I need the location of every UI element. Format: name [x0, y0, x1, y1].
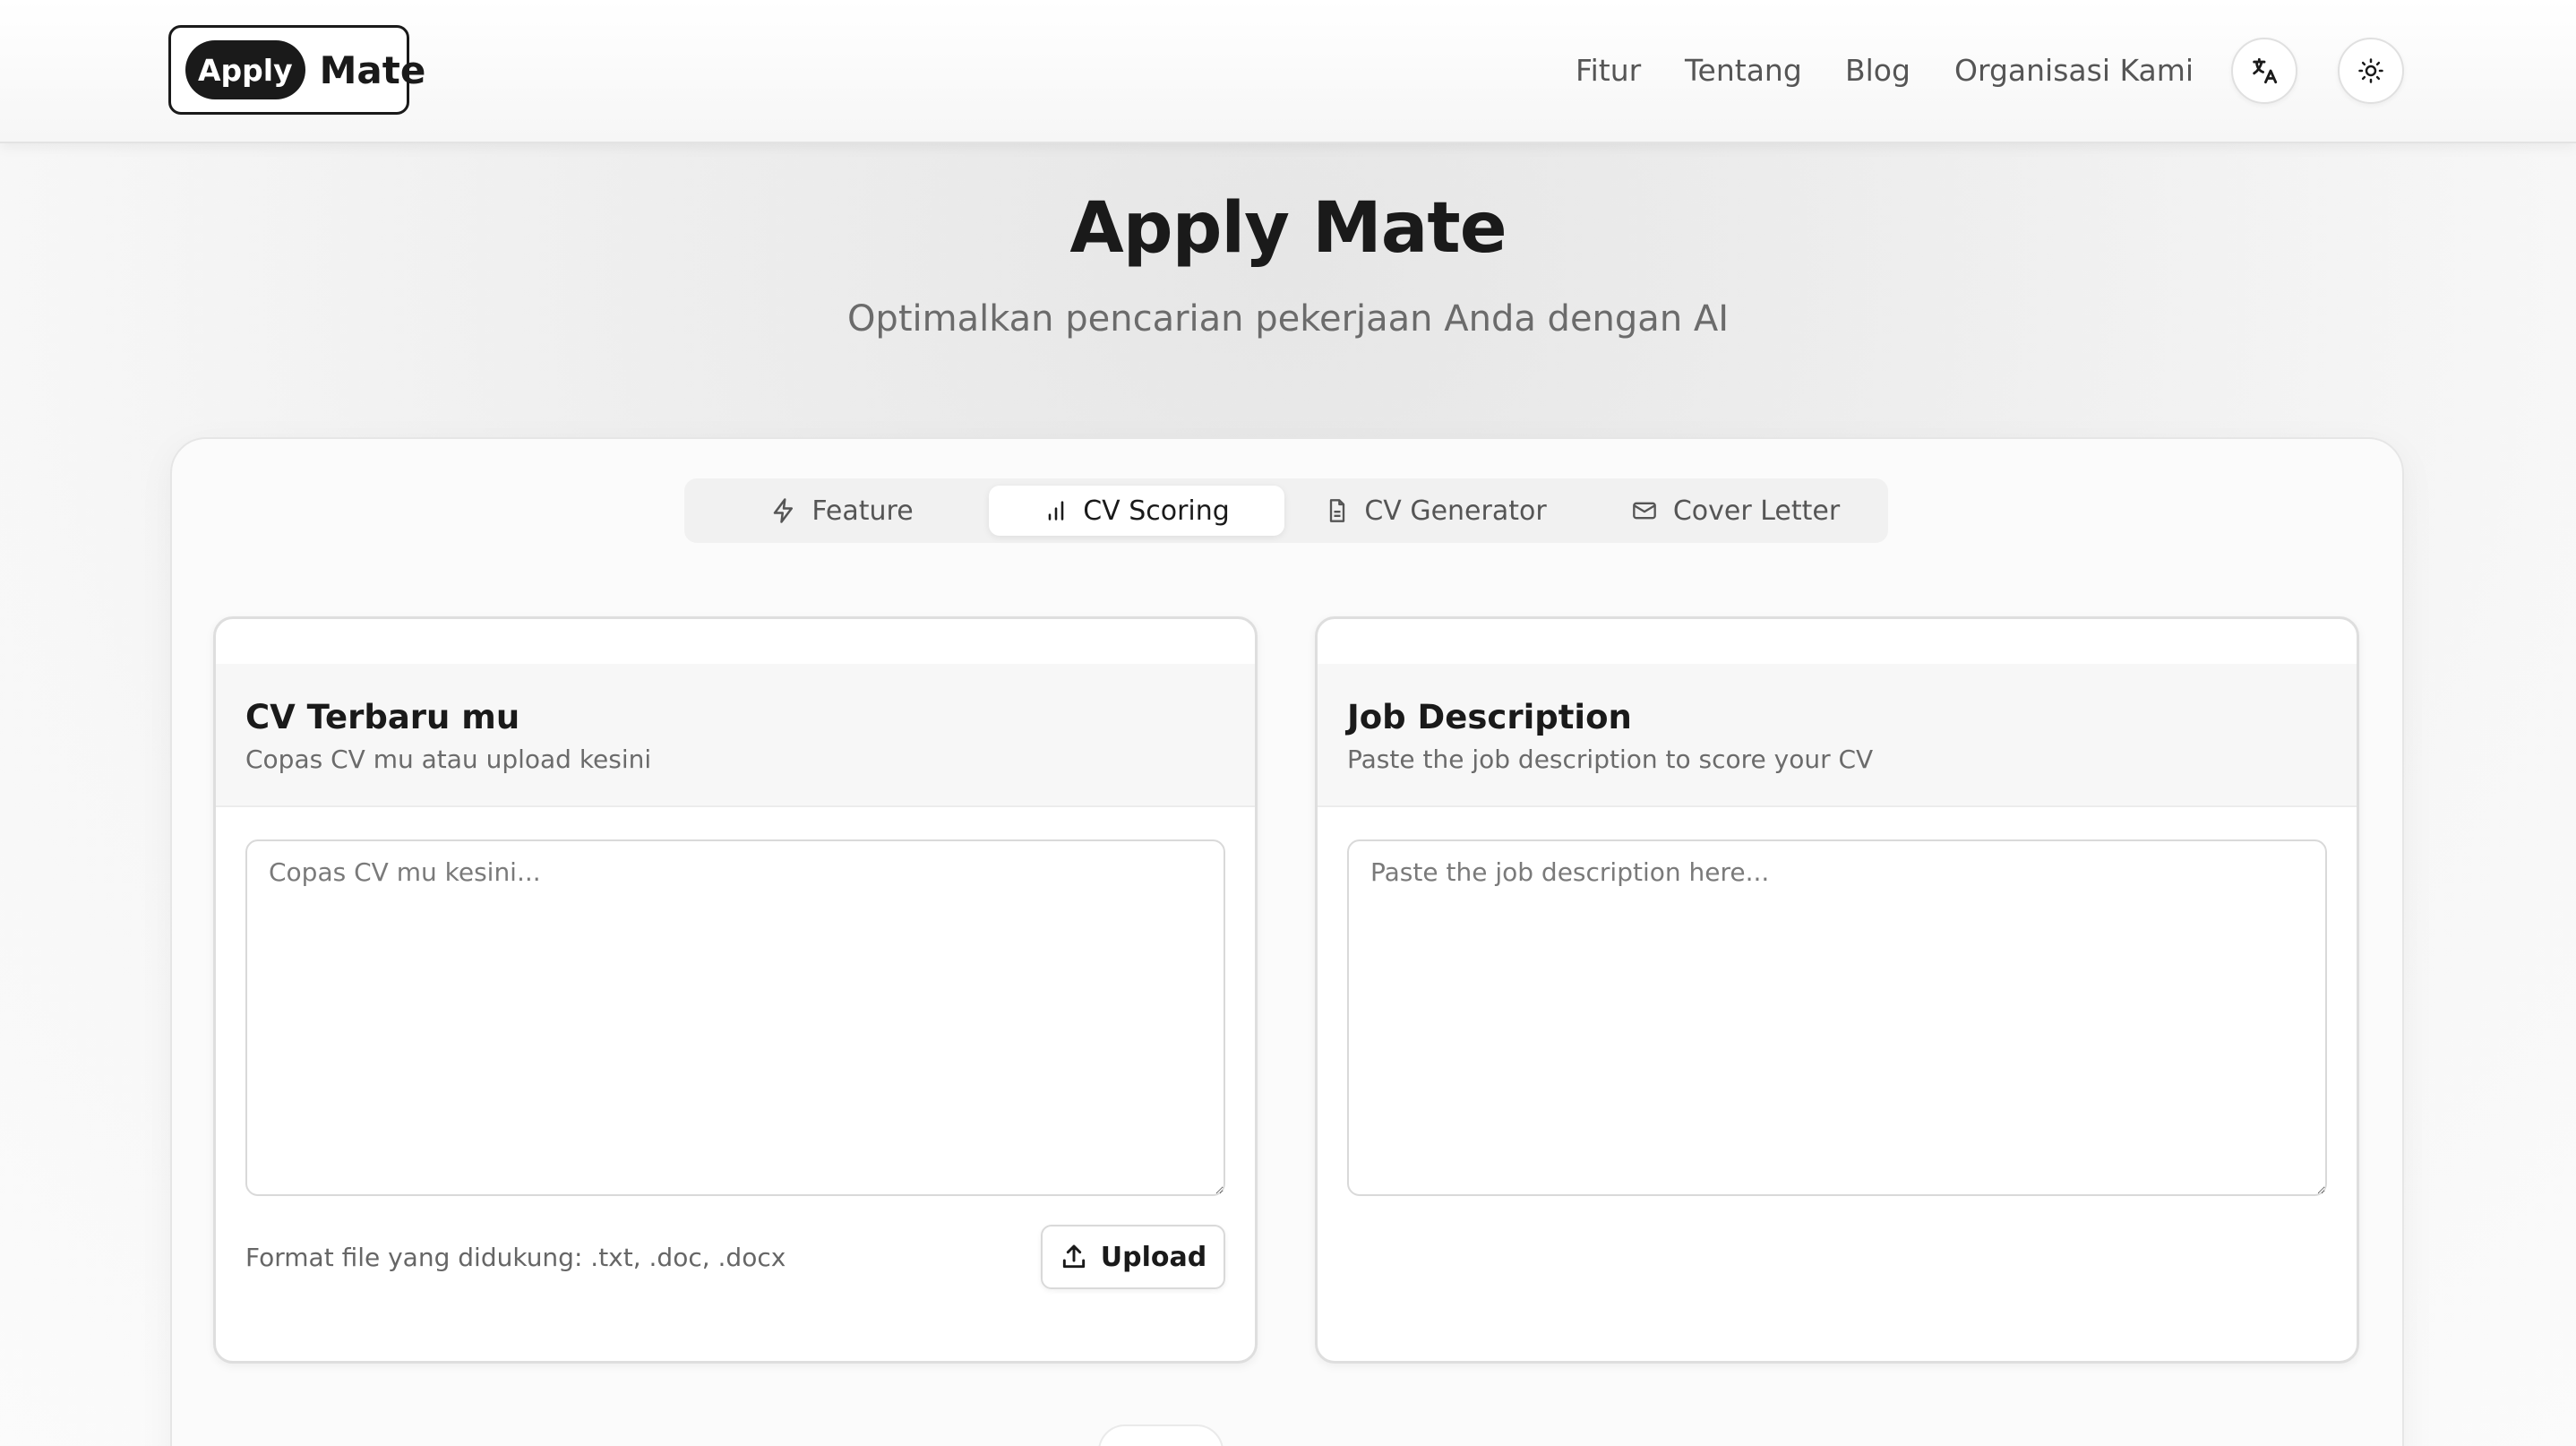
tab-label: Cover Letter: [1672, 495, 1841, 527]
supported-formats-note: Format file yang didukung: .txt, .doc, .…: [245, 1243, 786, 1272]
language-toggle-button[interactable]: [2231, 38, 2297, 104]
tab-label: CV Scoring: [1083, 495, 1230, 527]
theme-toggle-button[interactable]: [2338, 38, 2404, 104]
top-navbar: Apply Mate Fitur Tentang Blog Organisasi…: [0, 0, 2576, 143]
job-description-panel: Job Description Paste the job descriptio…: [1315, 616, 2359, 1364]
bolt-icon: [774, 498, 794, 523]
upload-button[interactable]: Upload: [1041, 1225, 1225, 1289]
translate-icon: [2253, 57, 2278, 84]
nav-link-blog[interactable]: Blog: [1845, 53, 1911, 88]
upload-icon: [1062, 1244, 1085, 1269]
feature-tabs: Feature CV Scoring CV Generator Cover Le…: [684, 478, 1888, 543]
nav-link-organisasi[interactable]: Organisasi Kami: [1954, 53, 2194, 88]
cv-panel-title: CV Terbaru mu: [245, 698, 520, 736]
cv-panel-description: Copas CV mu atau upload kesini: [245, 745, 652, 774]
tab-label: CV Generator: [1364, 495, 1547, 527]
tab-feature[interactable]: Feature: [699, 486, 985, 536]
sun-icon: [2358, 58, 2383, 83]
bar-chart-icon: [1048, 501, 1064, 521]
tab-cv-scoring[interactable]: CV Scoring: [989, 486, 1284, 536]
document-icon: [1330, 499, 1345, 522]
tab-cover-letter[interactable]: Cover Letter: [1587, 486, 1883, 536]
cv-panel: CV Terbaru mu Copas CV mu atau upload ke…: [213, 616, 1258, 1364]
nav-link-fitur[interactable]: Fitur: [1576, 53, 1641, 88]
mail-icon: [1632, 502, 1656, 520]
nav-link-tentang[interactable]: Tentang: [1685, 53, 1802, 88]
job-panel-description: Paste the job description to score your …: [1347, 745, 1874, 774]
tab-label: Feature: [811, 495, 914, 527]
job-panel-title: Job Description: [1347, 698, 1632, 736]
main-nav: Fitur Tentang Blog Organisasi Kami: [0, 47, 2576, 93]
upload-label: Upload: [1100, 1241, 1207, 1273]
submit-button-partial[interactable]: [1098, 1424, 1224, 1446]
page-title: Apply Mate: [1069, 188, 1507, 269]
page-subtitle: Optimalkan pencarian pekerjaan Anda deng…: [846, 298, 1730, 340]
cv-text-input[interactable]: [245, 839, 1225, 1196]
tab-cv-generator[interactable]: CV Generator: [1288, 486, 1584, 536]
job-description-input[interactable]: [1347, 839, 2327, 1196]
